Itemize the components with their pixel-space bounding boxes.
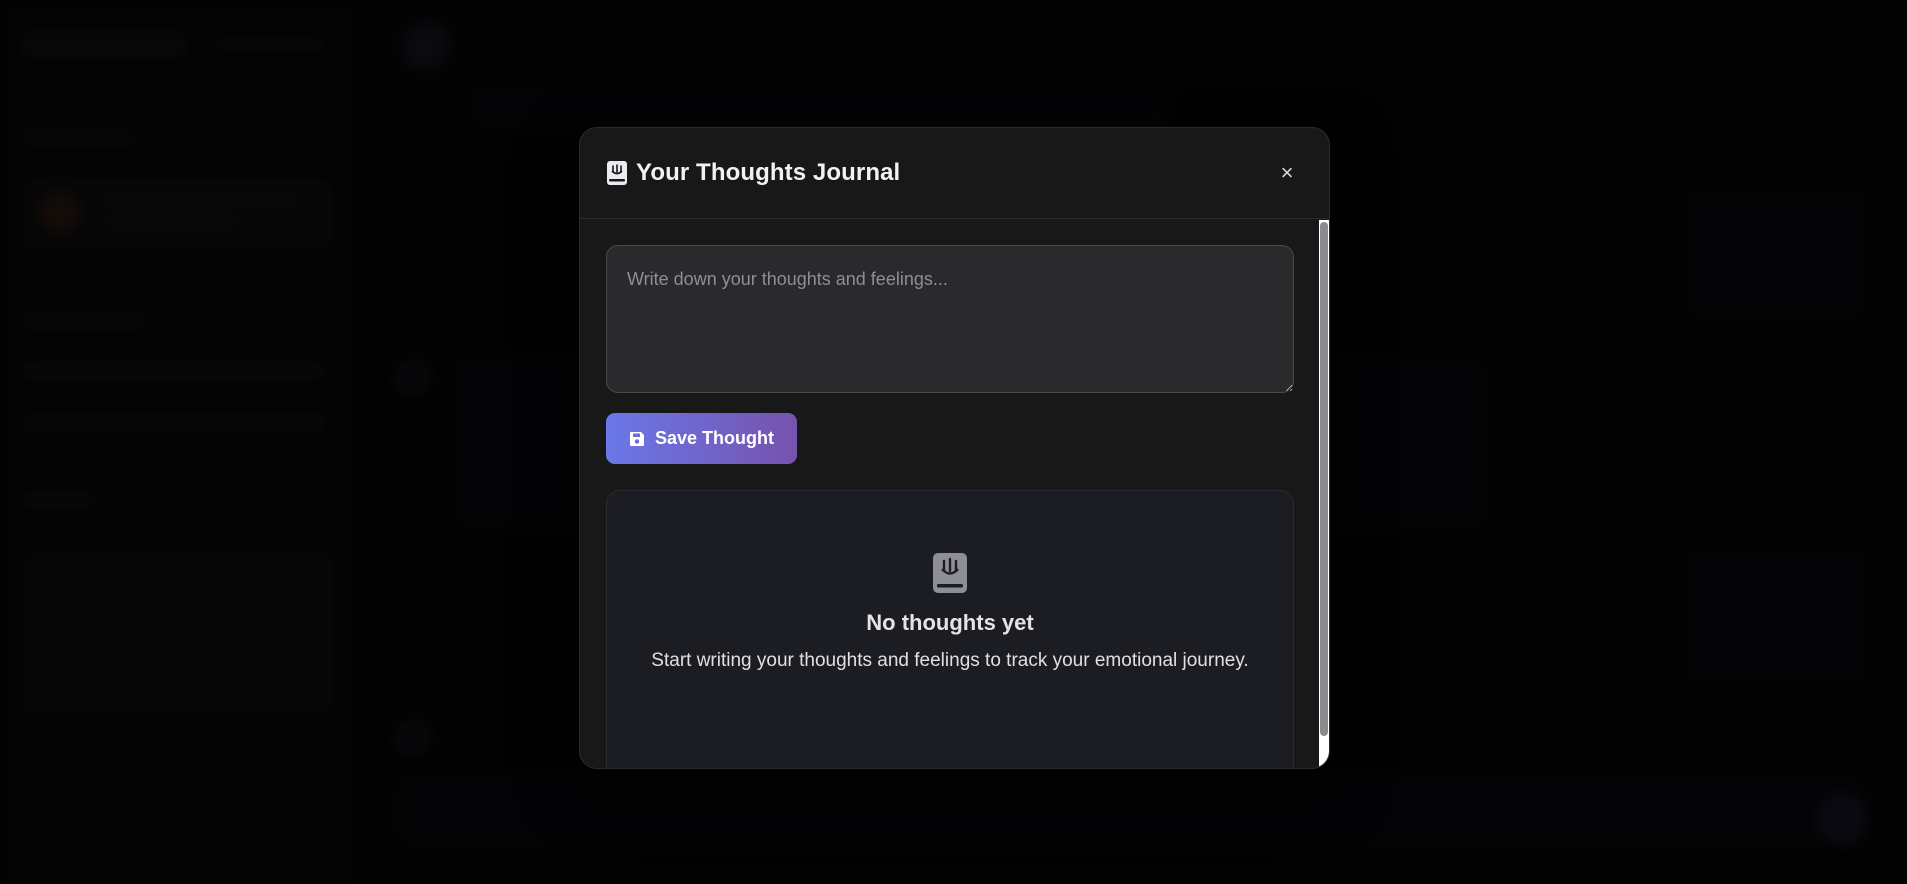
empty-state-title: No thoughts yet <box>866 610 1034 635</box>
floppy-disk-icon <box>629 431 645 447</box>
empty-state-card: No thoughts yet Start writing your thoug… <box>606 490 1294 768</box>
modal-scrollbar-thumb[interactable] <box>1320 222 1328 736</box>
modal-title: Your Thoughts Journal <box>636 159 901 186</box>
save-thought-label: Save Thought <box>654 428 774 448</box>
journal-icon <box>606 161 628 185</box>
modal-body: Save Thought No thoughts yet Start writi… <box>580 220 1319 768</box>
save-thought-button[interactable]: Save Thought <box>606 413 797 464</box>
empty-state-text: Start writing your thoughts and feelings… <box>651 650 1249 671</box>
journal-icon <box>932 553 968 593</box>
thought-input[interactable] <box>606 245 1294 393</box>
close-icon: × <box>1280 160 1294 185</box>
close-button[interactable]: × <box>1275 161 1299 185</box>
modal-header: Your Thoughts Journal × <box>580 128 1329 219</box>
thoughts-journal-modal: Your Thoughts Journal × Save Thought <box>579 127 1330 769</box>
